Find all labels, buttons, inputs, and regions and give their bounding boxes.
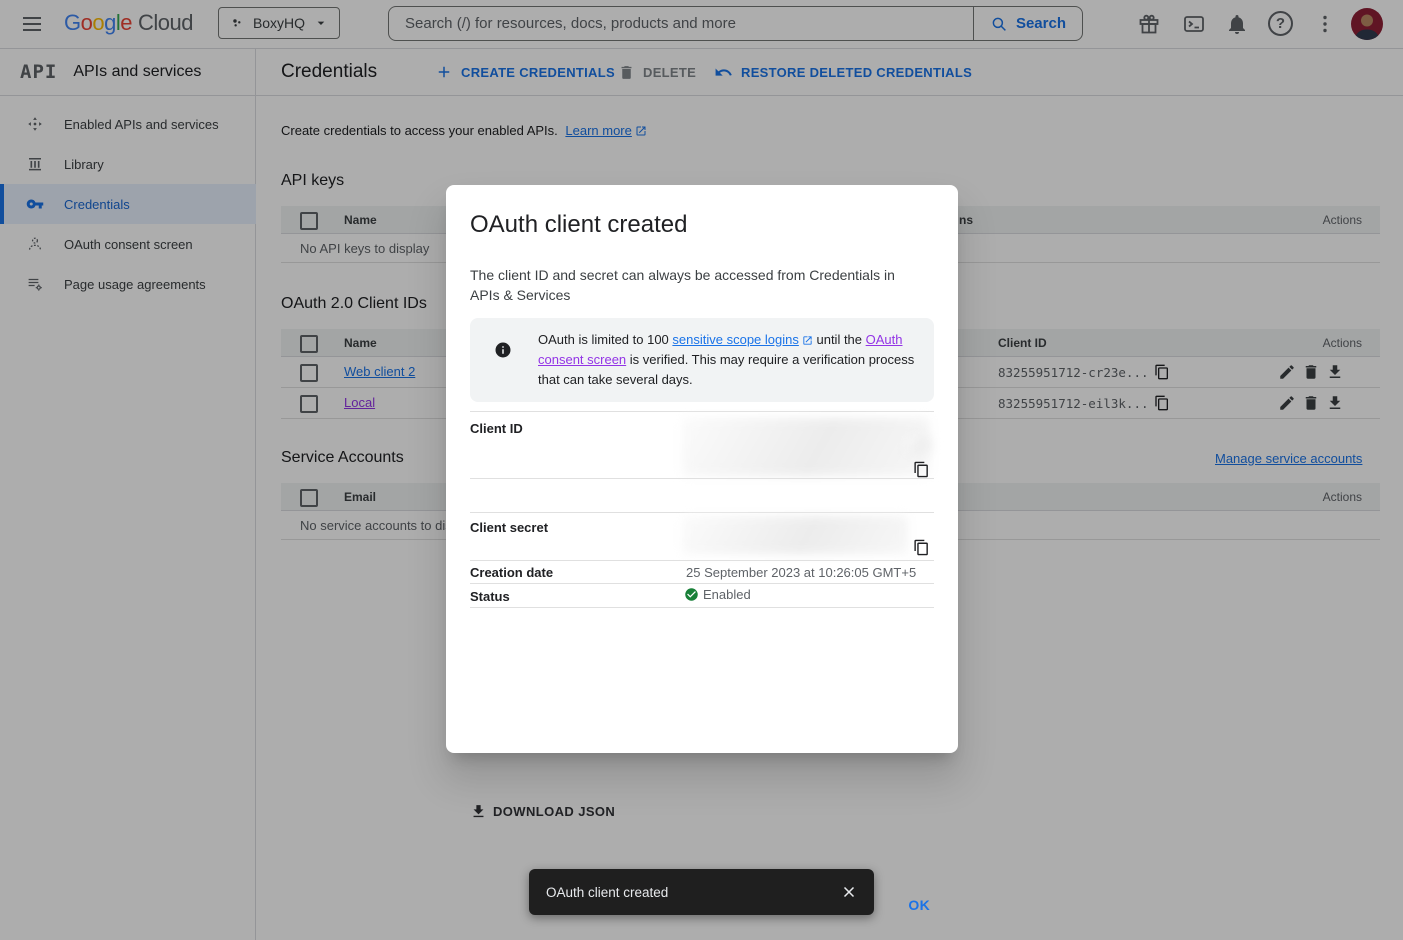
client-secret-label: Client secret: [470, 520, 548, 535]
notice-text: OAuth is limited to 100 sensitive scope …: [538, 330, 920, 390]
toast-message: OAuth client created: [546, 885, 840, 900]
creation-date-value: 25 September 2023 at 10:26:05 GMT+5: [686, 565, 916, 580]
dialog-subtitle: The client ID and secret can always be a…: [470, 265, 914, 305]
divider: [470, 583, 934, 584]
client-secret-redacted-value: [682, 516, 908, 554]
download-json-label: DOWNLOAD JSON: [493, 804, 615, 819]
download-json-button[interactable]: DOWNLOAD JSON: [466, 799, 619, 824]
dialog-title: OAuth client created: [470, 211, 687, 239]
copy-client-id-icon[interactable]: [913, 461, 930, 478]
divider: [470, 607, 934, 608]
copy-client-secret-icon[interactable]: [913, 539, 930, 556]
notice-pre: OAuth is limited to 100: [538, 332, 672, 347]
client-id-redacted-value: [906, 437, 932, 455]
sensitive-scope-logins-link[interactable]: sensitive scope logins: [672, 332, 798, 347]
creation-date-label: Creation date: [470, 565, 553, 580]
download-icon: [470, 803, 487, 820]
divider: [470, 560, 934, 561]
google-cloud-console: Google Cloud BoxyHQ Search ? API APIs an…: [0, 0, 1403, 940]
client-id-redacted-value: [682, 418, 930, 476]
external-link-icon: [802, 335, 813, 346]
divider: [470, 411, 934, 412]
divider: [470, 478, 934, 479]
notice-mid: until the: [813, 332, 866, 347]
ok-button[interactable]: OK: [904, 893, 934, 917]
status-value: Enabled: [703, 587, 751, 602]
status-label: Status: [470, 589, 510, 604]
verification-notice: OAuth is limited to 100 sensitive scope …: [470, 318, 934, 402]
info-icon: [494, 341, 512, 359]
enabled-check-icon: [684, 587, 699, 602]
oauth-client-created-dialog: OAuth client created The client ID and s…: [446, 185, 958, 753]
close-icon[interactable]: [840, 883, 858, 901]
client-id-label: Client ID: [470, 421, 523, 436]
divider: [470, 512, 934, 513]
snackbar-toast: OAuth client created: [529, 869, 874, 915]
status-value-wrap: Enabled: [684, 587, 751, 602]
